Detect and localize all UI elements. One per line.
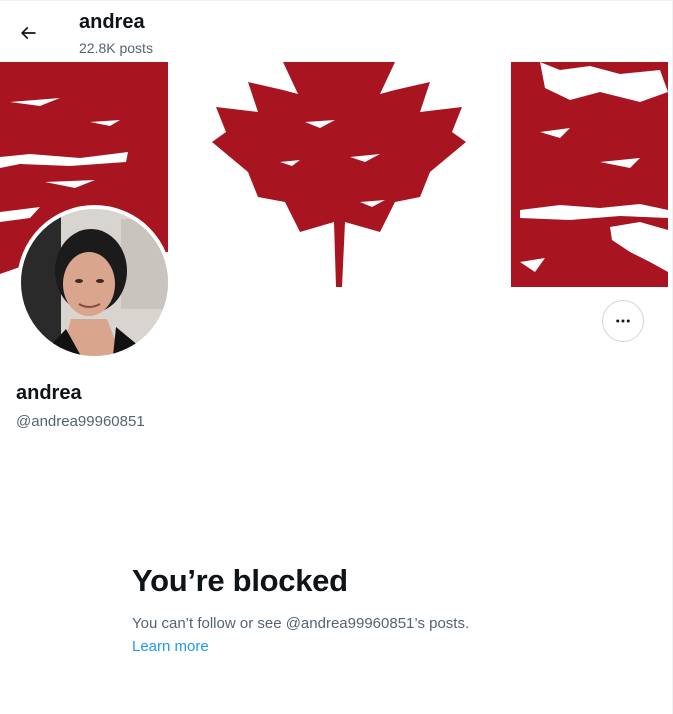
profile-display-name: andrea <box>16 382 82 404</box>
learn-more-link[interactable]: Learn more <box>132 638 209 655</box>
profile-handle: @andrea99960851 <box>16 413 145 430</box>
ellipsis-icon <box>616 319 630 323</box>
top-bar: andrea 22.8K posts <box>0 1 672 62</box>
back-button[interactable] <box>10 15 46 51</box>
blocked-title: You’re blocked <box>132 563 348 598</box>
header-name: andrea <box>79 11 145 33</box>
blocked-message: You can’t follow or see @andrea99960851’… <box>132 615 470 632</box>
more-options-button[interactable] <box>602 300 644 342</box>
avatar-photo <box>21 209 168 356</box>
avatar[interactable] <box>17 205 172 360</box>
arrow-left-icon <box>20 26 36 40</box>
header-post-count: 22.8K posts <box>79 40 153 56</box>
profile-page: andrea 22.8K posts andrea @andrea9996085… <box>0 0 673 714</box>
